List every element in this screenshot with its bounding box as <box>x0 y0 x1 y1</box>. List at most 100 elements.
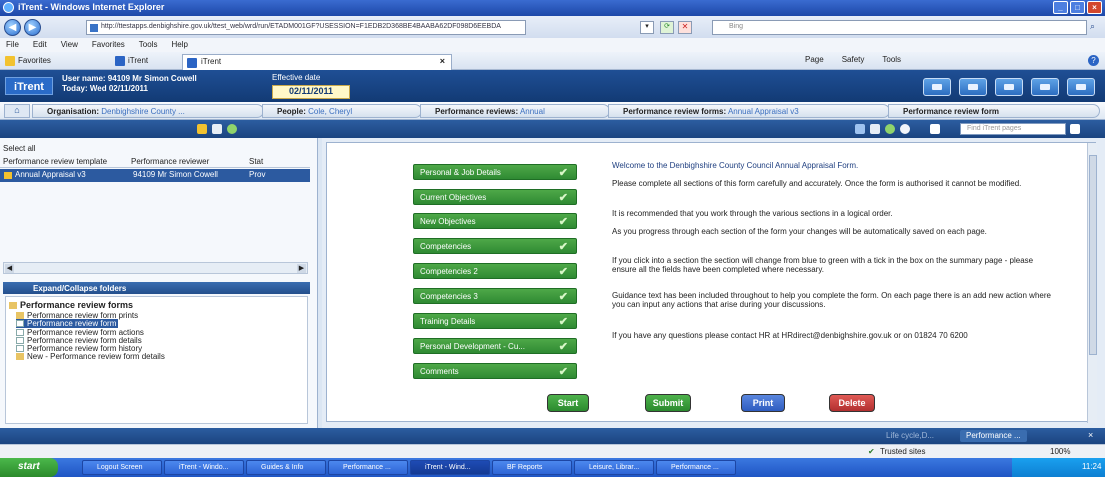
crumb-performance-review-forms[interactable]: Performance review forms: Annual Apprais… <box>608 104 890 118</box>
check-icon: ✔ <box>558 216 568 228</box>
section-competencies-2[interactable]: Competencies 2 ✔ <box>413 263 577 279</box>
crumb-performance-review-form[interactable]: Performance review form <box>888 104 1100 118</box>
menu-edit[interactable]: Edit <box>33 40 47 52</box>
menu-help[interactable]: Help <box>171 40 187 52</box>
minimize-button[interactable]: _ <box>1053 1 1068 14</box>
search-icon[interactable]: ⌕ <box>1090 21 1095 32</box>
print-button[interactable]: Print <box>741 394 785 412</box>
start-button[interactable]: start <box>0 458 58 477</box>
crumb-organisation[interactable]: Organisation: Denbighshire County ... <box>32 104 264 118</box>
fav-tab-itrent[interactable]: iTrent <box>112 55 148 68</box>
submit-button[interactable]: Submit <box>645 394 691 412</box>
favorites-button[interactable]: Favorites <box>2 55 51 68</box>
browser-tab-itrent[interactable]: iTrent × <box>182 54 452 70</box>
menu-tools[interactable]: Tools <box>139 40 158 52</box>
toolbar-page[interactable]: Page <box>805 55 824 64</box>
taskbar-item-active[interactable]: iTrent - Wind... <box>410 460 490 475</box>
help-icon[interactable] <box>900 124 910 134</box>
find-pages-input[interactable]: Find iTrent pages <box>960 123 1066 135</box>
section-competencies[interactable]: Competencies ✔ <box>413 238 577 254</box>
section-personal-development[interactable]: Personal Development - Cu... ✔ <box>413 338 577 354</box>
home-crumb-icon[interactable]: ⌂ <box>4 104 30 118</box>
taskbar-item[interactable]: Performance ... <box>328 460 408 475</box>
help-icon[interactable]: ? <box>1088 55 1099 66</box>
scroll-left-icon[interactable]: ◀ <box>5 264 14 273</box>
section-comments[interactable]: Comments ✔ <box>413 363 577 379</box>
tree-root[interactable]: Performance review forms <box>9 300 133 310</box>
column-header[interactable]: Performance review template <box>3 157 128 166</box>
section-label: New Objectives <box>420 217 476 226</box>
horizontal-scrollbar[interactable]: ◀ ▶ <box>3 262 308 274</box>
back-icon[interactable]: ◀ <box>4 19 21 36</box>
section-personal-job-details[interactable]: Personal & Job Details ✔ <box>413 164 577 180</box>
stop-icon[interactable]: ✕ <box>678 21 692 34</box>
expand-collapse-folders[interactable]: Expand/Collapse folders <box>3 282 310 294</box>
taskbar-item[interactable]: Leisure, Librar... <box>574 460 654 475</box>
section-new-objectives[interactable]: New Objectives ✔ <box>413 213 577 229</box>
tree-item-label: New - Performance review form details <box>27 352 165 361</box>
find-go-icon[interactable] <box>1070 124 1080 134</box>
tree-item-selected[interactable]: Performance review form <box>16 319 119 328</box>
dropdown-icon[interactable]: ▾ <box>640 21 654 34</box>
taskbar-item[interactable]: iTrent - Windo... <box>164 460 244 475</box>
crumb-people[interactable]: People: Cole, Cheryl <box>262 104 422 118</box>
section-current-objectives[interactable]: Current Objectives ✔ <box>413 189 577 205</box>
menu-view[interactable]: View <box>61 40 78 52</box>
maximize-button[interactable]: □ <box>1070 1 1085 14</box>
section-training-details[interactable]: Training Details ✔ <box>413 313 577 329</box>
taskbar-item[interactable]: Guides & Info <box>246 460 326 475</box>
left-panel: Select all Performance review template P… <box>0 138 318 428</box>
close-button[interactable]: × <box>1087 1 1102 14</box>
check-icon: ✔ <box>558 167 568 179</box>
new-icon <box>16 353 24 361</box>
section-label: Competencies <box>420 242 472 251</box>
print-icon[interactable] <box>870 124 880 134</box>
taskbar: start Logout Screen iTrent - Windo... Gu… <box>0 458 1105 477</box>
help-book-icon[interactable] <box>995 78 1023 96</box>
tree-root-label: Performance review forms <box>20 300 134 310</box>
effective-date-value[interactable]: 02/11/2011 <box>272 85 350 99</box>
toolbar-tools[interactable]: Tools <box>882 55 901 64</box>
tree-item[interactable]: New - Performance review form details <box>16 352 165 361</box>
effective-date-label: Effective date <box>272 73 321 82</box>
close-tab-icon[interactable]: × <box>440 56 445 66</box>
taskbar-item[interactable]: Logout Screen <box>82 460 162 475</box>
table-row[interactable]: Annual Appraisal v3 94109 Mr Simon Cowel… <box>0 169 310 182</box>
tab-performance[interactable]: Performance ... <box>960 430 1027 442</box>
scroll-right-icon[interactable]: ▶ <box>297 264 306 273</box>
taskbar-item[interactable]: Performance ... <box>656 460 736 475</box>
print-icon[interactable] <box>212 124 222 134</box>
menu-file[interactable]: File <box>6 40 19 52</box>
column-header[interactable]: Stat <box>249 157 277 166</box>
column-header[interactable]: Performance reviewer <box>131 157 246 166</box>
close-tab-icon[interactable]: × <box>1088 430 1093 440</box>
taskbar-item[interactable]: BF Reports <box>492 460 572 475</box>
refresh-icon[interactable] <box>227 124 237 134</box>
vertical-scrollbar[interactable] <box>1087 143 1097 423</box>
url-field[interactable]: http://ttestapps.denbighshire.gov.uk/tte… <box>86 20 526 35</box>
ie-logo-icon <box>3 2 14 13</box>
scroll-thumb[interactable] <box>1089 155 1097 355</box>
refresh-icon[interactable]: ⟳ <box>660 21 674 34</box>
select-all-link[interactable]: Select all <box>3 144 35 153</box>
search-input[interactable]: Bing <box>712 20 1087 35</box>
new-window-icon[interactable] <box>930 124 940 134</box>
crumb-performance-reviews[interactable]: Performance reviews: Annual <box>420 104 610 118</box>
menu-favorites[interactable]: Favorites <box>92 40 125 52</box>
section-competencies-3[interactable]: Competencies 3 ✔ <box>413 288 577 304</box>
forward-icon[interactable]: ▶ <box>24 19 41 36</box>
start-button[interactable]: Start <box>547 394 589 412</box>
window-icon[interactable] <box>923 78 951 96</box>
refresh-icon[interactable] <box>885 124 895 134</box>
tab-life-cycle[interactable]: Life cycle,D... <box>880 430 940 442</box>
list-icon[interactable] <box>855 124 865 134</box>
tree-icon[interactable] <box>197 124 207 134</box>
minimize-panel-icon[interactable] <box>959 78 987 96</box>
toolbar-safety[interactable]: Safety <box>842 55 865 64</box>
table-cell: Prov <box>249 170 266 179</box>
settings-icon[interactable] <box>1067 78 1095 96</box>
delete-button[interactable]: Delete <box>829 394 875 412</box>
check-icon: ✔ <box>558 366 568 378</box>
zoom-level[interactable]: 100% <box>1050 447 1070 456</box>
home-icon[interactable] <box>1031 78 1059 96</box>
